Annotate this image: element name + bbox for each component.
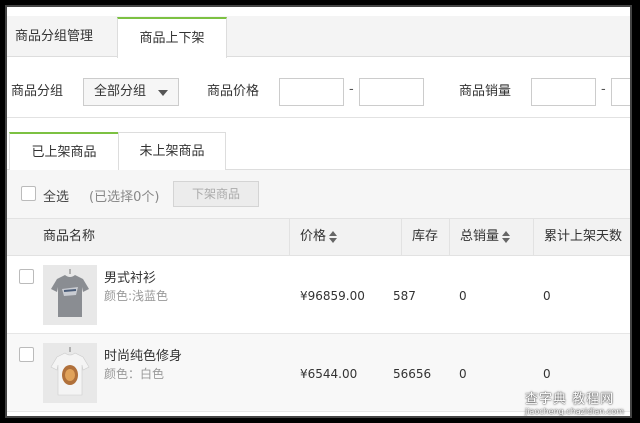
- col-product-name: 商品名称: [43, 229, 96, 244]
- group-select-value: 全部分组: [94, 84, 147, 99]
- stock-value: 587: [393, 289, 416, 303]
- product-name[interactable]: 时尚纯色修身: [104, 345, 182, 364]
- chevron-down-icon: [158, 90, 168, 96]
- sales-max-input[interactable]: [611, 78, 630, 106]
- sales-min-input[interactable]: [531, 78, 596, 106]
- tab-shelf-management[interactable]: 商品上下架: [117, 17, 227, 58]
- col-price[interactable]: 价格: [289, 219, 401, 255]
- sales-value: 0: [459, 289, 467, 303]
- product-name[interactable]: 男式衬衫: [104, 267, 156, 286]
- table-row: 男式衬衫 颜色:浅蓝色 ¥96859.00 587 0 0: [7, 256, 630, 334]
- product-thumbnail[interactable]: [43, 265, 97, 325]
- tshirt-icon: [43, 265, 97, 325]
- product-thumbnail[interactable]: [43, 343, 97, 403]
- shelf-status-tabs: 已上架商品 未上架商品: [7, 132, 630, 171]
- price-min-input[interactable]: [279, 78, 344, 106]
- window-frame: 商品分组管理 商品上下架 商品分组 全部分组 商品价格 - 商品销量 - 已上架…: [5, 5, 632, 418]
- row-checkbox[interactable]: [19, 347, 34, 362]
- sales-range-dash: -: [601, 82, 606, 97]
- days-value: 0: [543, 289, 551, 303]
- price-range-dash: -: [349, 82, 354, 97]
- price-filter-label: 商品价格: [207, 84, 260, 99]
- sales-filter-label: 商品销量: [459, 84, 512, 99]
- select-all-label: 全选: [43, 190, 70, 205]
- sales-value: 0: [459, 367, 467, 381]
- row-checkbox[interactable]: [19, 269, 34, 284]
- product-color: 颜色：白色: [104, 367, 165, 381]
- select-all-checkbox[interactable]: [21, 186, 36, 201]
- sort-icon: [329, 230, 338, 243]
- tab-on-shelf[interactable]: 已上架商品: [9, 132, 119, 171]
- price-value: ¥96859.00: [300, 289, 365, 303]
- col-days-on-shelf: 累计上架天数: [533, 219, 630, 255]
- col-total-sales[interactable]: 总销量: [449, 219, 533, 255]
- selected-count: (已选择0个): [89, 190, 160, 205]
- price-max-input[interactable]: [359, 78, 424, 106]
- product-color: 颜色:浅蓝色: [104, 289, 169, 303]
- stock-value: 56656: [393, 367, 432, 381]
- sort-icon: [502, 230, 511, 243]
- top-tab-bar: 商品分组管理 商品上下架: [7, 7, 630, 58]
- price-value: ¥6544.00: [300, 367, 358, 381]
- filter-bar: 商品分组 全部分组 商品价格 - 商品销量 -: [7, 58, 630, 118]
- off-shelf-button[interactable]: 下架商品: [173, 181, 259, 207]
- group-filter-label: 商品分组: [11, 84, 64, 99]
- days-value: 0: [543, 367, 551, 381]
- watermark: 查字典 教程网 jiaocheng.chazidian.com: [524, 392, 624, 416]
- bulk-toolbar: 全选 (已选择0个) 下架商品: [7, 170, 630, 218]
- tshirt-icon: [43, 343, 97, 403]
- group-select[interactable]: 全部分组: [83, 78, 179, 106]
- tab-group-management[interactable]: 商品分组管理: [7, 17, 117, 57]
- tab-off-shelf[interactable]: 未上架商品: [118, 132, 226, 170]
- table-header: 商品名称 价格 库存 总销量 累计上架天数: [7, 218, 630, 256]
- col-stock: 库存: [401, 219, 449, 255]
